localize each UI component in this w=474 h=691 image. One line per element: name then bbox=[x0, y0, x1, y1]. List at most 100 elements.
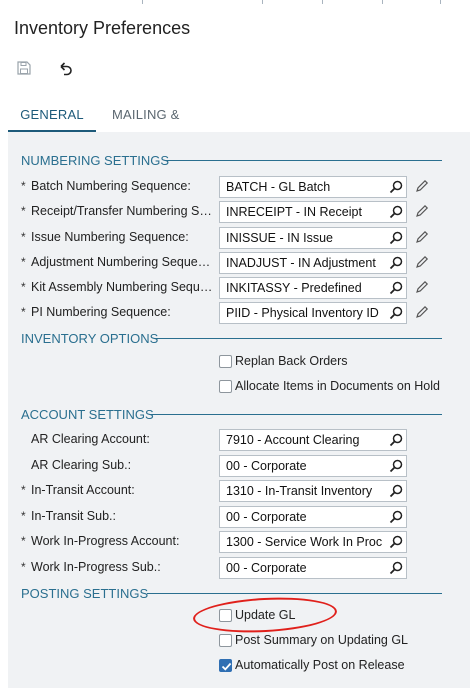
required-marker: * bbox=[21, 230, 26, 244]
ar-clearing-account-input[interactable]: 7910 - Account Clearing bbox=[219, 429, 407, 451]
receipt-numbering-input[interactable]: INRECEIPT - IN Receipt bbox=[219, 201, 407, 223]
allocate-items-on-hold-option[interactable]: Allocate Items in Documents on Hold bbox=[219, 377, 469, 397]
wip-sub-input[interactable]: 00 - Corporate bbox=[219, 557, 407, 579]
field-value: INRECEIPT - IN Receipt bbox=[226, 205, 362, 219]
field-value: 1310 - In-Transit Inventory bbox=[226, 484, 373, 498]
required-marker: * bbox=[21, 509, 26, 523]
required-marker: * bbox=[21, 483, 26, 497]
field-label: Adjustment Numbering Sequence: bbox=[31, 255, 217, 269]
field-row-ar-clearing-account: AR Clearing Account: 7910 - Account Clea… bbox=[0, 429, 474, 451]
search-icon[interactable] bbox=[389, 459, 403, 473]
section-posting-settings: POSTING SETTINGS bbox=[21, 586, 149, 601]
field-value: 1300 - Service Work In Process bbox=[226, 535, 382, 549]
field-row-wip-account: * Work In-Progress Account: 1300 - Servi… bbox=[0, 531, 474, 553]
required-marker: * bbox=[21, 305, 26, 319]
issue-numbering-input[interactable]: INISSUE - IN Issue bbox=[219, 227, 407, 249]
search-icon[interactable] bbox=[389, 205, 403, 219]
edit-pencil-icon[interactable] bbox=[414, 280, 429, 295]
replan-back-orders-option[interactable]: Replan Back Orders bbox=[219, 352, 469, 372]
field-label: Work In-Progress Sub.: bbox=[31, 560, 161, 574]
section-numbering-settings: NUMBERING SETTINGS bbox=[21, 153, 170, 168]
field-row-wip-sub: * Work In-Progress Sub.: 00 - Corporate bbox=[0, 557, 474, 579]
checkbox-label: Automatically Post on Release bbox=[235, 658, 405, 672]
required-marker: * bbox=[21, 204, 26, 218]
edit-pencil-icon[interactable] bbox=[414, 204, 429, 219]
field-row-issue-numbering: * Issue Numbering Sequence: INISSUE - IN… bbox=[0, 227, 474, 249]
checkbox[interactable] bbox=[219, 355, 232, 368]
in-transit-account-input[interactable]: 1310 - In-Transit Inventory bbox=[219, 480, 407, 502]
field-value: 00 - Corporate bbox=[226, 459, 307, 473]
tab-general[interactable]: GENERAL bbox=[8, 98, 96, 132]
field-label: In-Transit Account: bbox=[31, 483, 135, 497]
section-divider bbox=[147, 593, 442, 594]
page-title: Inventory Preferences bbox=[14, 18, 191, 38]
auto-post-on-release-option[interactable]: Automatically Post on Release bbox=[219, 656, 469, 676]
section-divider bbox=[165, 160, 442, 161]
kit-assembly-numbering-input[interactable]: INKITASSY - Predefined bbox=[219, 277, 407, 299]
edit-pencil-icon[interactable] bbox=[414, 255, 429, 270]
search-icon[interactable] bbox=[389, 561, 403, 575]
field-row-pi-numbering: * PI Numbering Sequence: PIID - Physical… bbox=[0, 302, 474, 324]
checkbox-label: Allocate Items in Documents on Hold bbox=[235, 379, 440, 393]
required-marker: * bbox=[21, 534, 26, 548]
checkbox-label: Replan Back Orders bbox=[235, 354, 348, 368]
undo-icon[interactable] bbox=[56, 59, 74, 77]
section-divider bbox=[149, 414, 442, 415]
field-label: Receipt/Transfer Numbering Sequence: bbox=[31, 204, 217, 218]
section-divider bbox=[154, 338, 442, 339]
field-label: AR Clearing Account: bbox=[31, 432, 150, 446]
required-marker: * bbox=[21, 560, 26, 574]
post-summary-option[interactable]: Post Summary on Updating GL bbox=[219, 631, 469, 651]
checkbox[interactable] bbox=[219, 634, 232, 647]
field-value: 00 - Corporate bbox=[226, 561, 307, 575]
section-inventory-options: INVENTORY OPTIONS bbox=[21, 331, 159, 346]
field-label: Work In-Progress Account: bbox=[31, 534, 180, 548]
batch-numbering-input[interactable]: BATCH - GL Batch bbox=[219, 176, 407, 198]
search-icon[interactable] bbox=[389, 281, 403, 295]
save-icon[interactable] bbox=[16, 60, 32, 76]
field-label: Issue Numbering Sequence: bbox=[31, 230, 189, 244]
search-icon[interactable] bbox=[389, 484, 403, 498]
field-row-batch-numbering: * Batch Numbering Sequence: BATCH - GL B… bbox=[0, 176, 474, 198]
pi-numbering-input[interactable]: PIID - Physical Inventory ID bbox=[219, 302, 407, 324]
field-value: BATCH - GL Batch bbox=[226, 180, 331, 194]
search-icon[interactable] bbox=[389, 510, 403, 524]
field-value: 00 - Corporate bbox=[226, 510, 307, 524]
checkbox[interactable] bbox=[219, 380, 232, 393]
field-value: 7910 - Account Clearing bbox=[226, 433, 360, 447]
section-account-settings: ACCOUNT SETTINGS bbox=[21, 407, 154, 422]
in-transit-sub-input[interactable]: 00 - Corporate bbox=[219, 506, 407, 528]
wip-account-input[interactable]: 1300 - Service Work In Process bbox=[219, 531, 407, 553]
search-icon[interactable] bbox=[389, 180, 403, 194]
field-label: In-Transit Sub.: bbox=[31, 509, 116, 523]
field-value: PIID - Physical Inventory ID bbox=[226, 306, 379, 320]
field-label: AR Clearing Sub.: bbox=[31, 458, 132, 472]
field-row-ar-clearing-sub: AR Clearing Sub.: 00 - Corporate bbox=[0, 455, 474, 477]
field-value: INADJUST - IN Adjustment bbox=[226, 256, 376, 270]
edit-pencil-icon[interactable] bbox=[414, 179, 429, 194]
search-icon[interactable] bbox=[389, 231, 403, 245]
ar-clearing-sub-input[interactable]: 00 - Corporate bbox=[219, 455, 407, 477]
required-marker: * bbox=[21, 280, 26, 294]
search-icon[interactable] bbox=[389, 433, 403, 447]
required-marker: * bbox=[21, 179, 26, 193]
search-icon[interactable] bbox=[389, 535, 403, 549]
edit-pencil-icon[interactable] bbox=[414, 230, 429, 245]
field-label: PI Numbering Sequence: bbox=[31, 305, 171, 319]
field-value: INKITASSY - Predefined bbox=[226, 281, 362, 295]
adjustment-numbering-input[interactable]: INADJUST - IN Adjustment bbox=[219, 252, 407, 274]
tab-bar: GENERAL MAILING & PRINTING bbox=[8, 98, 468, 156]
field-row-kit-assembly-numbering: * Kit Assembly Numbering Sequence: INKIT… bbox=[0, 277, 474, 299]
required-marker: * bbox=[21, 255, 26, 269]
field-label: Batch Numbering Sequence: bbox=[31, 179, 191, 193]
field-row-in-transit-sub: * In-Transit Sub.: 00 - Corporate bbox=[0, 506, 474, 528]
edit-pencil-icon[interactable] bbox=[414, 305, 429, 320]
top-bar bbox=[0, 0, 474, 4]
field-row-in-transit-account: * In-Transit Account: 1310 - In-Transit … bbox=[0, 480, 474, 502]
search-icon[interactable] bbox=[389, 306, 403, 320]
search-icon[interactable] bbox=[389, 256, 403, 270]
field-row-adjustment-numbering: * Adjustment Numbering Sequence: INADJUS… bbox=[0, 252, 474, 274]
field-label: Kit Assembly Numbering Sequence: bbox=[31, 280, 217, 294]
tab-mailing-printing[interactable]: MAILING & PRINTING bbox=[112, 98, 242, 156]
checkbox-checked[interactable] bbox=[219, 659, 232, 672]
